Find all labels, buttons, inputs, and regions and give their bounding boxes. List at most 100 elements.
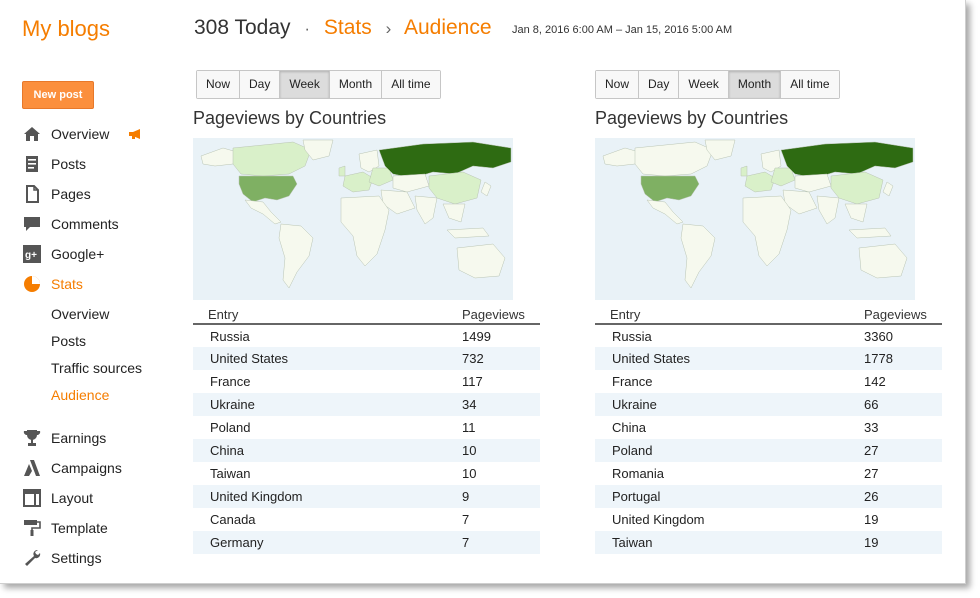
google-plus-icon: g+ (22, 244, 42, 264)
app-window: My blogs New post Overview Posts Pages C… (0, 0, 966, 584)
pageview-count: 27 (864, 466, 879, 481)
table-header-row: Entry Pageviews (193, 305, 540, 325)
country-name: France (612, 374, 653, 389)
table-row: Taiwan 10 (193, 462, 540, 485)
sidebar-item-layout[interactable]: Layout (22, 486, 182, 510)
sidebar-item-campaigns[interactable]: Campaigns (22, 456, 182, 480)
breadcrumb-audience[interactable]: Audience (404, 16, 492, 39)
new-post-button[interactable]: New post (22, 81, 94, 109)
country-name: France (210, 374, 251, 389)
pageview-count: 3360 (864, 328, 893, 344)
posts-icon (22, 154, 42, 174)
stats-sub-posts[interactable]: Posts (51, 333, 86, 353)
table-row: United Kingdom 9 (193, 485, 540, 508)
table-row: Germany 7 (193, 531, 540, 554)
sidebar-item-template[interactable]: Template (22, 516, 182, 540)
sidebar-item-label: Posts (51, 156, 87, 172)
layout-icon (22, 488, 42, 508)
column-header-entry[interactable]: Entry (595, 305, 864, 325)
range-tab-month[interactable]: Month (329, 71, 383, 98)
column-header-pageviews[interactable]: Pageviews (462, 305, 540, 325)
pageview-count: 9 (462, 485, 540, 508)
range-tab-all-time[interactable]: All time (781, 71, 839, 98)
home-icon (22, 124, 42, 144)
range-tab-week[interactable]: Week (679, 71, 729, 98)
sidebar-item-comments[interactable]: Comments (22, 212, 182, 236)
pageview-count: 19 (864, 512, 879, 527)
sidebar-item-pages[interactable]: Pages (22, 182, 182, 206)
country-name: Taiwan (595, 531, 864, 554)
breadcrumb-dot: · (304, 19, 311, 38)
range-tab-now[interactable]: Now (197, 71, 241, 98)
stats-sub-traffic-sources[interactable]: Traffic sources (51, 360, 142, 380)
column-header-pageviews[interactable]: Pageviews (864, 305, 942, 325)
trophy-icon (22, 428, 42, 448)
column-header-entry[interactable]: Entry (193, 305, 462, 325)
table-row: Russia 3360 (595, 324, 942, 347)
country-name: Ukraine (193, 393, 462, 416)
blog-brand-link[interactable]: My blogs (22, 16, 110, 42)
paint-roller-icon (22, 518, 42, 538)
countries-table: Entry Pageviews Russia 3360 United States… (595, 305, 942, 554)
table-row: Ukraine 66 (595, 393, 942, 416)
panel-title: Pageviews by Countries (595, 108, 789, 128)
range-tab-day[interactable]: Day (240, 71, 281, 98)
country-name: Romania (612, 466, 665, 481)
wrench-icon (22, 548, 42, 568)
pageview-count: 33 (864, 420, 879, 435)
pages-icon (22, 184, 42, 204)
sidebar-item-label: Settings (51, 550, 102, 566)
svg-text:g+: g+ (25, 250, 37, 261)
adwords-icon (22, 458, 42, 478)
sidebar-item-label: Comments (51, 216, 119, 232)
audience-panel-week: Now Day Week Month All time Pageviews by… (193, 70, 544, 554)
country-name: China (193, 439, 462, 462)
sidebar-item-earnings[interactable]: Earnings (22, 426, 182, 450)
table-header-row: Entry Pageviews (595, 305, 942, 325)
pageview-count: 11 (462, 420, 476, 435)
panel-title: Pageviews by Countries (193, 108, 387, 128)
range-tab-all-time[interactable]: All time (382, 71, 440, 98)
table-row: Ukraine 34 (193, 393, 540, 416)
pageview-count: 1499 (462, 328, 491, 344)
sidebar-item-google-plus[interactable]: g+ Google+ (22, 242, 182, 266)
date-range: Jan 8, 2016 6:00 AM – Jan 15, 2016 5:00 … (512, 24, 733, 36)
table-row: Russia 1499 (193, 324, 540, 347)
sidebar-item-label: Stats (51, 276, 83, 292)
range-selector: Now Day Week Month All time (595, 70, 840, 99)
table-row: Poland 11 (193, 416, 540, 439)
range-tab-week[interactable]: Week (280, 71, 330, 98)
sidebar-item-label: Pages (51, 186, 91, 202)
sidebar-item-settings[interactable]: Settings (22, 546, 182, 570)
range-tab-now[interactable]: Now (596, 71, 640, 98)
sidebar-item-label: Earnings (51, 430, 107, 446)
pageview-count: 10 (462, 439, 540, 462)
country-name: United States (595, 347, 864, 370)
range-tab-day[interactable]: Day (639, 71, 680, 98)
megaphone-icon[interactable] (128, 127, 144, 143)
sidebar-item-label: Template (51, 520, 108, 536)
sidebar-item-posts[interactable]: Posts (22, 152, 182, 176)
pageview-count: 10 (462, 466, 477, 481)
stats-sub-overview[interactable]: Overview (51, 306, 109, 326)
world-map (193, 138, 513, 300)
table-row: China 33 (595, 416, 942, 439)
sidebar-item-label: Overview (51, 126, 110, 142)
pageview-count: 7 (462, 531, 540, 554)
table-row: United States 1778 (595, 347, 942, 370)
world-map (595, 138, 915, 300)
sidebar-item-overview[interactable]: Overview (22, 122, 182, 146)
table-row: United Kingdom 19 (595, 508, 942, 531)
pie-chart-icon (22, 274, 42, 294)
country-name: Poland (595, 439, 864, 462)
country-name: Portugal (595, 485, 864, 508)
range-tab-month[interactable]: Month (728, 71, 782, 98)
sidebar-item-stats[interactable]: Stats (22, 272, 182, 296)
country-name: United Kingdom (612, 512, 705, 527)
country-name: Russia (612, 328, 652, 344)
country-name: Poland (210, 420, 251, 435)
country-name: United States (193, 347, 462, 370)
stats-sub-audience[interactable]: Audience (51, 387, 109, 407)
countries-table: Entry Pageviews Russia 1499 United States… (193, 305, 540, 554)
breadcrumb-stats-link[interactable]: Stats (324, 16, 372, 39)
